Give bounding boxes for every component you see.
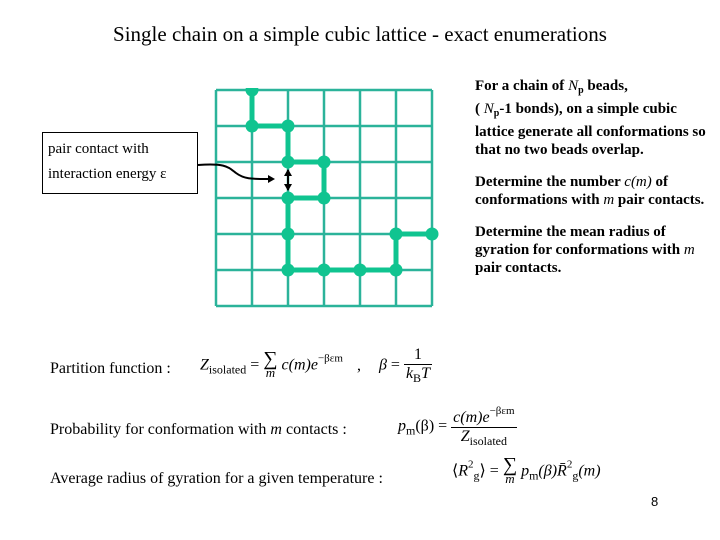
chain-bead [389, 263, 403, 277]
description-para-1: For a chain of Np beads, ( Np-1 bonds), … [475, 78, 706, 158]
chain-bead [281, 155, 295, 169]
description-text: For a chain of Np beads, ( Np-1 bonds), … [475, 77, 715, 291]
contact-arrowhead-top [284, 169, 292, 176]
chain-bead [281, 263, 295, 277]
radius-equation: ⟨R2g⟩ = ∑ m pm(β)R̄2g(m) [452, 454, 601, 486]
page-number: 8 [651, 494, 659, 509]
callout-line-2: interaction energy ε [48, 166, 167, 182]
partition-label: Partition function : [50, 360, 171, 377]
chain-bead [281, 227, 295, 241]
description-para-2: Determine the number c(m) of conformatio… [475, 174, 705, 208]
description-para-3: Determine the mean radius of gyration fo… [475, 224, 695, 276]
chain-bead [317, 155, 331, 169]
chain-bead [425, 227, 439, 241]
chain-bead [281, 119, 295, 133]
partition-equation: Zisolated = ∑ m c(m)e−βεm , β = 1 kBT [200, 346, 432, 385]
callout-pointer-arrow [197, 163, 275, 183]
chain-bead [245, 119, 259, 133]
contact-arrowhead-bottom [284, 184, 292, 191]
chain-bead [317, 263, 331, 277]
chain-bead [281, 191, 295, 205]
callout-line-1: pair contact with [48, 141, 149, 157]
lattice-diagram [214, 88, 439, 308]
slide-title: Single chain on a simple cubic lattice -… [113, 22, 607, 46]
chain-bead [353, 263, 367, 277]
contact-pair-arrow [284, 169, 292, 191]
probability-label: Probability for conformation with m cont… [50, 421, 347, 438]
chain-bead [317, 191, 331, 205]
callout-box: pair contact with interaction energy ε [42, 132, 198, 194]
chain-bead [389, 227, 403, 241]
chain-bead [245, 88, 259, 97]
radius-label: Average radius of gyration for a given t… [50, 470, 383, 487]
probability-equation: pm(β) = c(m)e−βεm Zisolated [398, 405, 517, 448]
